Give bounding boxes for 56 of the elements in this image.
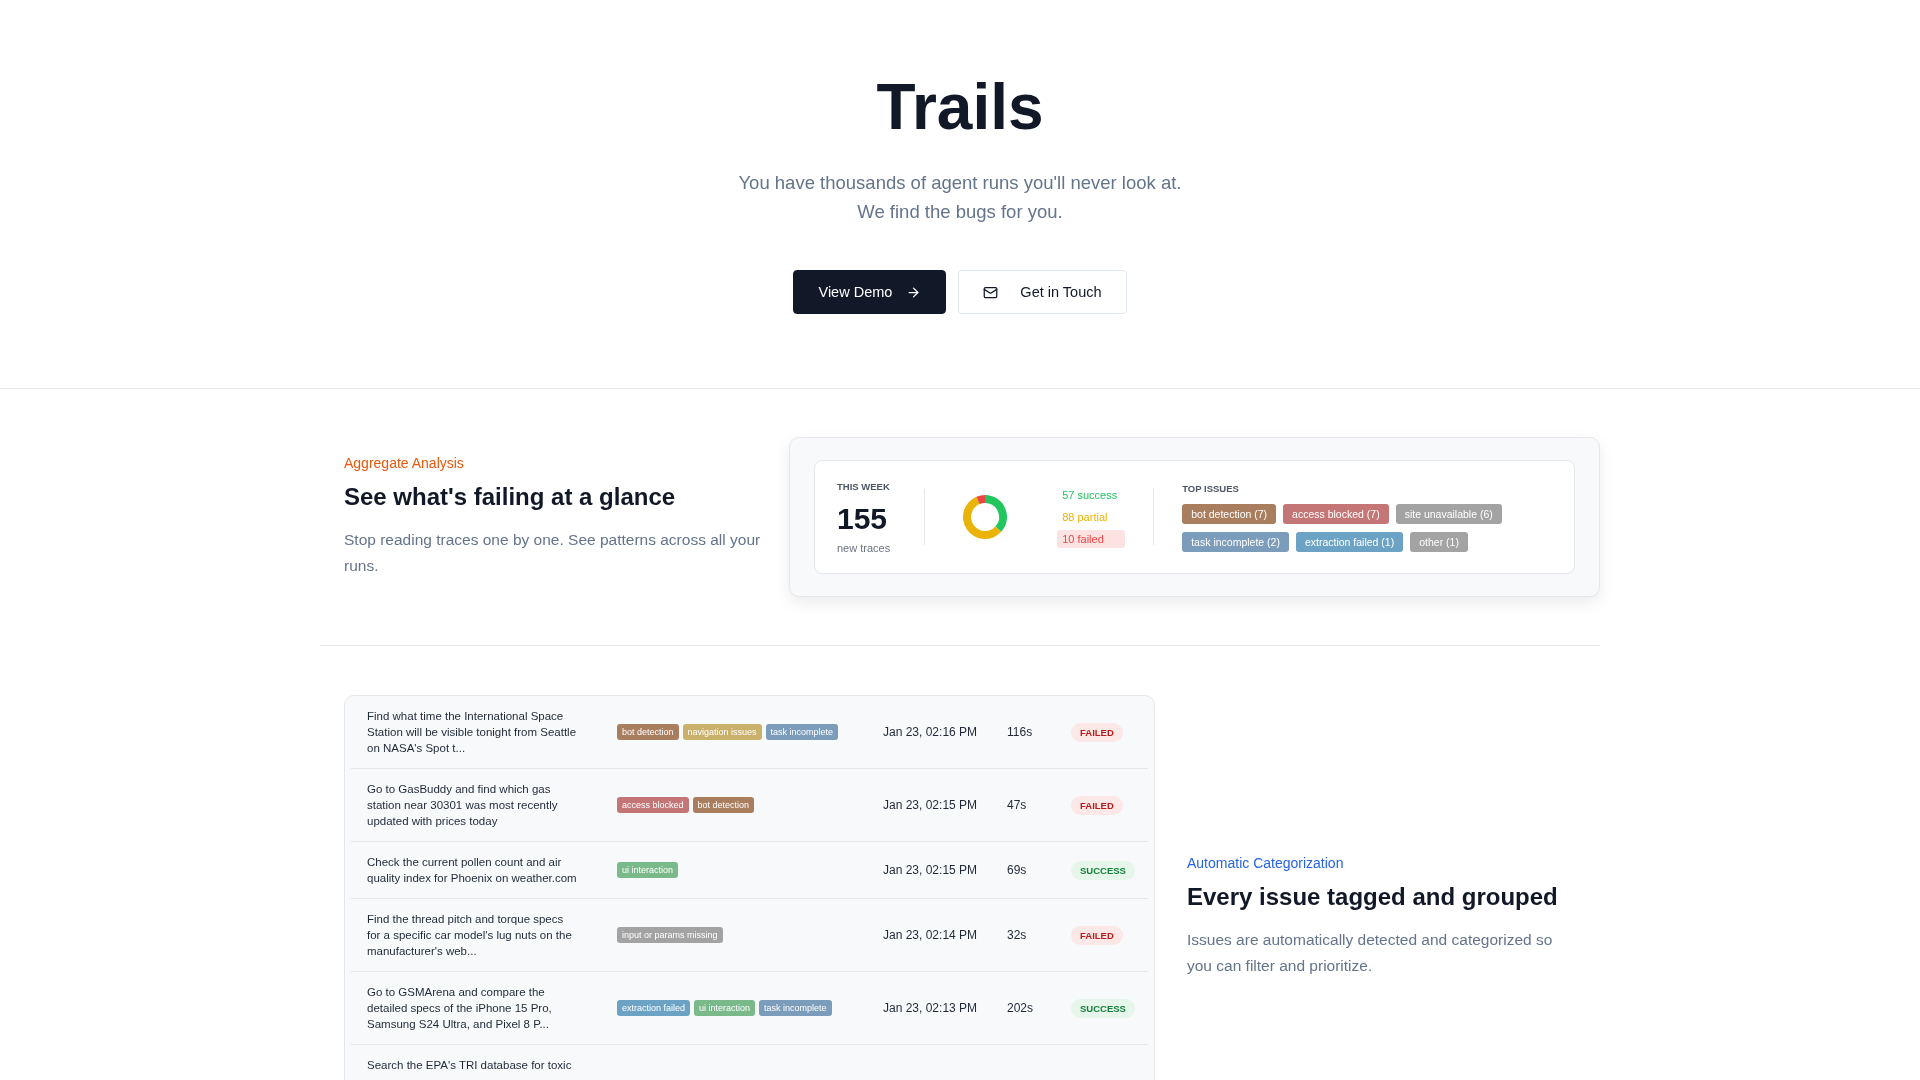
status-badge: SUCCESS	[1071, 998, 1135, 1018]
status-badge: FAILED	[1071, 722, 1123, 742]
status-badge: SUCCESS	[1071, 860, 1135, 880]
section-heading: See what's failing at a glance	[344, 483, 677, 511]
issue-tag: extraction failed (1)	[1295, 531, 1404, 552]
status-badge: FAILED	[1071, 795, 1123, 815]
contact-button[interactable]: Get in Touch	[958, 270, 1127, 315]
section-description: Issues are automatically detected and categorized so you can filter and prioritize.	[1187, 930, 1554, 976]
timestamp: Jan 23, 02:15 PM	[883, 863, 979, 877]
task-description: Check the current pollen count and air quality index for Phoenix on weather.com	[367, 855, 578, 886]
issue-tag: bot detection (7)	[1182, 503, 1277, 524]
issue-tag: ui interaction	[617, 862, 679, 878]
issue-tag: task incomplete	[765, 724, 839, 740]
issue-tag: task incomplete	[759, 1000, 832, 1016]
period-label: THIS WEEK	[837, 480, 891, 492]
timestamp: Jan 23, 02:13 PM	[883, 1001, 979, 1015]
page-title: Trails	[876, 72, 1044, 143]
duration: 116s	[1007, 725, 1034, 739]
issue-tag: navigation issues	[682, 724, 762, 740]
count-label: new traces	[837, 541, 891, 554]
duration: 47s	[1007, 798, 1028, 812]
issue-tag: access blocked	[617, 797, 689, 813]
issue-tag: extraction failed	[617, 1000, 691, 1016]
timestamp: Jan 23, 02:14 PM	[883, 928, 979, 942]
section-eyebrow: Aggregate Analysis	[344, 455, 465, 471]
status-badge: FAILED	[1071, 925, 1123, 945]
task-description: Search the EPA's TRI database for toxic	[367, 1058, 573, 1073]
task-description: Go to GSMArena and compare the detailed specs of the iPhone 15 Pro, Samsung S24 Ultra, and Pixel 8 P...	[367, 985, 553, 1032]
task-description: Find the thread pitch and torque specs for a specific car model's lug nuts on the manufacturer's web...	[367, 912, 573, 959]
issue-tag: input or params missing	[617, 927, 723, 943]
issue-tag: access blocked (7)	[1283, 503, 1389, 524]
timestamp: Jan 23, 02:15 PM	[883, 798, 979, 812]
task-description: Go to GasBuddy and find which gas station near 30301 was most recently updated with prices today	[367, 782, 559, 829]
legend-item: 88 partial	[1061, 510, 1109, 525]
legend-item: 10 failed	[1057, 530, 1126, 548]
issue-tag: bot detection	[692, 797, 755, 813]
duration: 69s	[1007, 863, 1028, 877]
trace-count: 155	[837, 501, 889, 536]
duration: 202s	[1007, 1001, 1035, 1015]
arrow-right-icon	[906, 284, 922, 300]
issue-tag: site unavailable (6)	[1395, 503, 1502, 524]
issue-tag: bot detection	[617, 724, 679, 740]
view-demo-button[interactable]: View Demo	[793, 270, 947, 315]
issue-tag: ui interaction	[694, 1000, 756, 1016]
section-description: Stop reading traces one by one. See patterns across all your runs.	[344, 530, 762, 576]
issues-label: TOP ISSUES	[1182, 482, 1240, 494]
issue-tag: other (1)	[1410, 531, 1468, 552]
legend-item: 57 success	[1061, 488, 1119, 503]
section-heading: Every issue tagged and grouped	[1187, 883, 1559, 911]
issue-tag: task incomplete (2)	[1182, 531, 1289, 552]
hero-subtitle: You have thousands of agent runs you'll never look at. We find the bugs for you.	[738, 171, 1182, 225]
mail-icon	[983, 284, 999, 300]
duration: 32s	[1007, 928, 1028, 942]
section-eyebrow: Automatic Categorization	[1187, 855, 1345, 871]
task-description: Find what time the International Space Station will be visible tonight from Seattle on NASA's Spot t...	[367, 709, 578, 756]
timestamp: Jan 23, 02:16 PM	[883, 725, 979, 739]
